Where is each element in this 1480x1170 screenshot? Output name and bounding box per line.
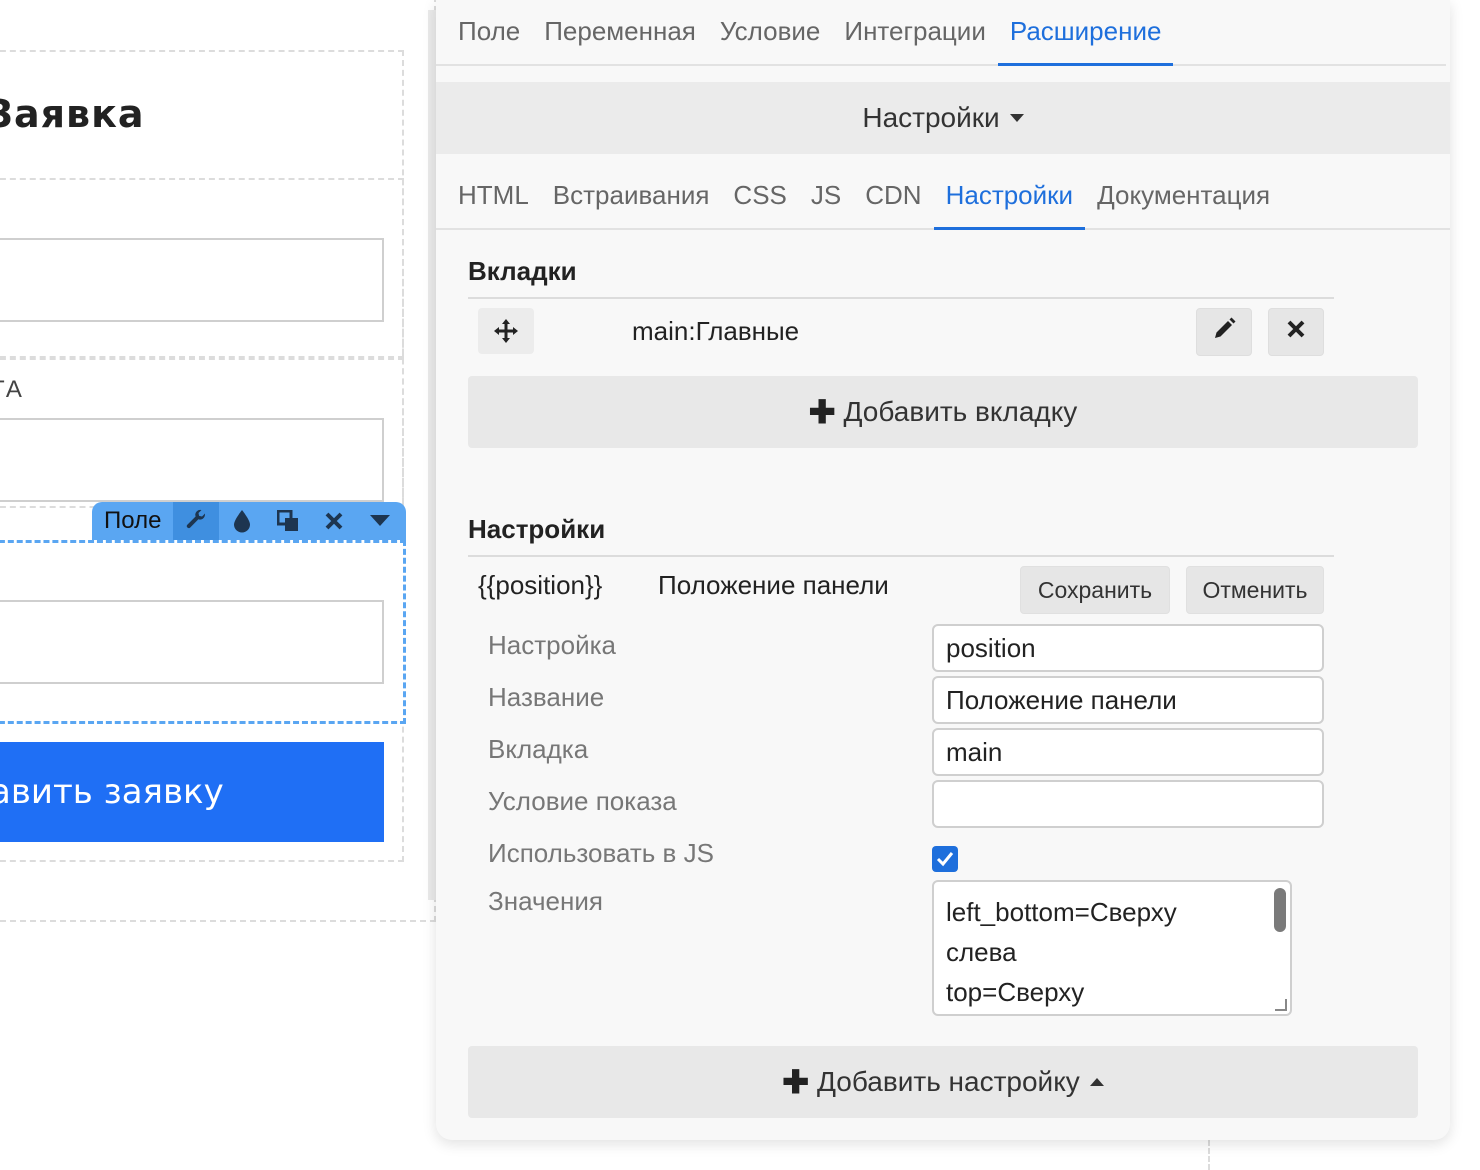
close-icon bbox=[1286, 318, 1306, 346]
canvas-guide-line bbox=[1208, 1140, 1210, 1170]
setting-variable-title: Положение панели bbox=[658, 570, 889, 600]
subtab-css[interactable]: CSS bbox=[721, 180, 798, 230]
subtab-embeds[interactable]: Встраивания bbox=[541, 180, 722, 230]
setting-variable-name: {{position}} bbox=[478, 570, 603, 600]
form-title: Заявка bbox=[0, 92, 145, 136]
setting-tab-label: Вкладка bbox=[488, 734, 589, 764]
form-input-3[interactable] bbox=[0, 600, 384, 684]
subtab-cdn[interactable]: CDN bbox=[853, 180, 933, 230]
cancel-button[interactable]: Отменить bbox=[1186, 566, 1324, 614]
setting-name-input[interactable]: Положение панели bbox=[932, 676, 1324, 724]
subtab-settings[interactable]: Настройки bbox=[933, 180, 1086, 230]
wrench-icon[interactable] bbox=[173, 502, 220, 540]
form-input-2[interactable] bbox=[0, 418, 384, 502]
tabs-section-heading: Вкладки bbox=[468, 256, 1334, 299]
close-icon[interactable] bbox=[311, 502, 357, 540]
caret-down-icon bbox=[1009, 114, 1024, 122]
setting-key-input[interactable]: position bbox=[932, 624, 1324, 672]
top-tabs: Поле Переменная Условие Интеграции Расши… bbox=[436, 0, 1446, 66]
tab-condition[interactable]: Условие bbox=[708, 0, 833, 66]
field-label-2: ТА bbox=[0, 376, 24, 403]
settings-section-heading: Настройки bbox=[468, 514, 1334, 557]
setting-condition-label: Условие показа bbox=[488, 786, 677, 816]
form-input-1[interactable] bbox=[0, 238, 384, 322]
subtab-html[interactable]: HTML bbox=[446, 180, 541, 230]
add-tab-button[interactable]: ✚ Добавить вкладку bbox=[468, 376, 1418, 448]
delete-tab-button[interactable] bbox=[1268, 308, 1324, 356]
textarea-scrollbar[interactable] bbox=[1274, 888, 1286, 932]
settings-dropdown[interactable]: Настройки bbox=[436, 82, 1450, 154]
add-setting-button[interactable]: ✚ Добавить настройку bbox=[468, 1046, 1418, 1118]
tab-integrations[interactable]: Интеграции bbox=[832, 0, 997, 66]
selected-field-block[interactable] bbox=[0, 540, 406, 724]
values-line: top=Сверху bbox=[946, 977, 1085, 1007]
tab-variable[interactable]: Переменная bbox=[532, 0, 708, 66]
panel-scrollbar-track[interactable] bbox=[428, 10, 436, 900]
setting-values-textarea[interactable]: left_bottom=Сверху слева top=Сверху bbox=[932, 880, 1292, 1016]
tab-extension[interactable]: Расширение bbox=[997, 0, 1174, 66]
use-js-checkbox[interactable] bbox=[932, 846, 958, 872]
setting-tab-input[interactable]: main bbox=[932, 728, 1324, 776]
resize-grip-icon[interactable] bbox=[1275, 999, 1287, 1011]
drop-icon[interactable] bbox=[219, 502, 265, 540]
submit-button[interactable]: авить заявку bbox=[0, 742, 384, 842]
edit-tab-button[interactable] bbox=[1196, 308, 1252, 356]
setting-name-label: Название bbox=[488, 682, 605, 712]
add-setting-label: Добавить настройку bbox=[817, 1066, 1080, 1097]
save-button[interactable]: Сохранить bbox=[1020, 566, 1170, 614]
subtab-js[interactable]: JS bbox=[799, 180, 853, 230]
setting-condition-input[interactable] bbox=[932, 780, 1324, 828]
field-toolbar: Поле bbox=[92, 502, 406, 540]
plus-icon: ✚ bbox=[808, 394, 836, 430]
pencil-icon bbox=[1212, 317, 1236, 348]
subtab-docs[interactable]: Документация bbox=[1085, 180, 1282, 230]
tab-item-text: main:Главные bbox=[632, 316, 800, 346]
field-toolbar-label: Поле bbox=[104, 507, 162, 534]
settings-dropdown-label: Настройки bbox=[862, 102, 1000, 133]
extension-panel: Поле Переменная Условие Интеграции Расши… bbox=[436, 0, 1450, 1140]
add-tab-label: Добавить вкладку bbox=[843, 396, 1078, 427]
caret-up-icon bbox=[1089, 1078, 1104, 1086]
setting-key-label: Настройка bbox=[488, 630, 616, 660]
copy-icon[interactable] bbox=[265, 502, 311, 540]
tab-field[interactable]: Поле bbox=[446, 0, 532, 66]
form-canvas: Заявка ТА Поле авить заявку bbox=[0, 0, 436, 1170]
move-icon[interactable] bbox=[478, 308, 534, 354]
values-line: слева bbox=[946, 937, 1017, 967]
plus-icon: ✚ bbox=[782, 1064, 810, 1100]
sub-tabs: HTML Встраивания CSS JS CDN Настройки До… bbox=[436, 154, 1450, 230]
caret-down-icon[interactable] bbox=[357, 502, 403, 540]
setting-use-js-label: Использовать в JS bbox=[488, 838, 714, 868]
setting-values-label: Значения bbox=[488, 886, 603, 916]
values-line: left_bottom=Сверху bbox=[946, 897, 1177, 927]
